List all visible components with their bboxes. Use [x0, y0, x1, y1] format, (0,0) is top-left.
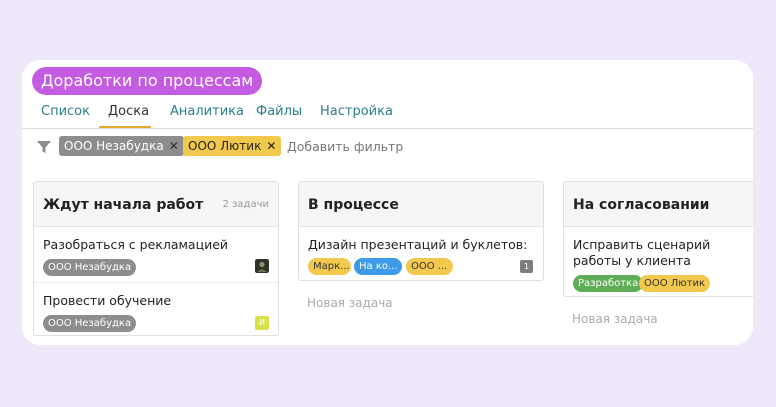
new-task-button[interactable]: Новая задача: [307, 296, 393, 310]
tag: На ко...: [354, 258, 402, 275]
column-title: На согласовании: [573, 197, 710, 213]
filter-chip-nezabudka[interactable]: ООО Незабудка ✕: [59, 136, 184, 156]
close-icon[interactable]: ✕: [169, 139, 179, 153]
tag: ООО Незабудка: [43, 315, 137, 332]
page-title: Доработки по процессам: [32, 67, 263, 95]
tag: ООО Незабудка: [43, 259, 137, 276]
column-header: В процессе: [299, 182, 543, 227]
tag: ООО Лютик: [639, 275, 711, 292]
filter-icon[interactable]: [36, 139, 52, 155]
new-task-button[interactable]: Новая задача: [572, 312, 658, 326]
tag: Марк...: [308, 258, 351, 275]
task-title: Дизайн презентаций и буклетов:: [308, 237, 528, 252]
filter-chip-label: ООО Незабудка: [64, 139, 164, 153]
task-title: Разобраться с рекламацией: [43, 237, 229, 252]
column-header: Ждут начала работ 2 задачи: [34, 182, 278, 227]
tab-files[interactable]: Файлы: [256, 104, 302, 119]
tab-bar: Список Доска Аналитика Файлы Настройка: [22, 98, 753, 129]
active-tab-indicator: [99, 126, 151, 128]
tab-analytics[interactable]: Аналитика: [170, 104, 244, 119]
comment-count-badge: 1: [520, 260, 533, 273]
task-title: Провести обучение: [43, 293, 172, 308]
filter-chip-lyutik[interactable]: ООО Лютик ✕: [183, 136, 282, 156]
user-avatar: [255, 259, 269, 273]
user-avatar: И: [255, 316, 269, 330]
column-in-progress: В процессе Дизайн презентаций и буклетов…: [298, 181, 544, 281]
column-waiting: Ждут начала работ 2 задачи Разобраться с…: [33, 181, 279, 336]
tag: Разработка: [573, 275, 644, 292]
task-card[interactable]: Разобраться с рекламацией ООО Незабудка: [34, 227, 278, 283]
task-card[interactable]: Дизайн презентаций и буклетов: Марк... Н…: [299, 227, 543, 280]
task-card[interactable]: Исправить сценарий работы у клиента Разр…: [564, 227, 753, 296]
board-panel: Доработки по процессам Список Доска Анал…: [22, 60, 753, 345]
task-count: 2 задачи: [222, 199, 269, 210]
column-title: В процессе: [308, 197, 399, 213]
tab-board[interactable]: Доска: [108, 104, 149, 119]
column-title: Ждут начала работ: [43, 197, 204, 213]
tab-list[interactable]: Список: [41, 104, 90, 119]
filter-chip-label: ООО Лютик: [188, 139, 262, 153]
tag: ООО ...: [406, 258, 453, 275]
add-filter-link[interactable]: Добавить фильтр: [287, 139, 403, 154]
close-icon[interactable]: ✕: [266, 139, 276, 153]
task-title: Исправить сценарий работы у клиента: [573, 237, 711, 268]
tab-settings[interactable]: Настройка: [320, 104, 393, 119]
column-header: На согласовании: [564, 182, 753, 227]
task-card[interactable]: Провести обучение ООО Незабудка И: [34, 283, 278, 335]
column-approval: На согласовании Исправить сценарий работ…: [563, 181, 753, 297]
